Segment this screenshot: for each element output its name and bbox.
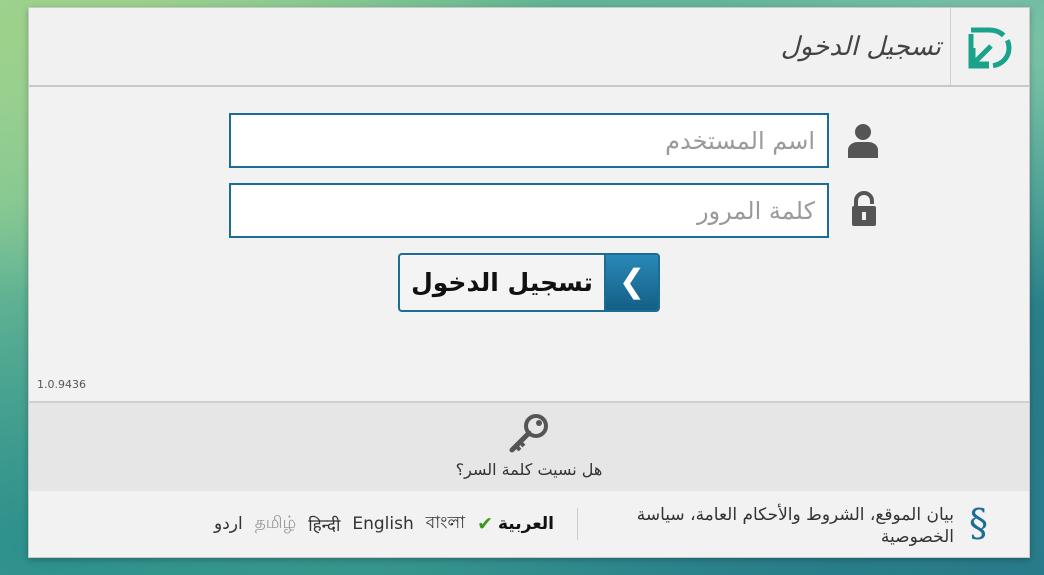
chevron-left-icon: ❮ — [618, 262, 646, 300]
login-arrow: ❮ — [604, 255, 658, 310]
lang-bengali[interactable]: বাংলা — [426, 510, 465, 538]
forgot-password-section: هل نسيت كلمة السر؟ — [29, 401, 1029, 493]
password-input[interactable] — [231, 185, 827, 236]
logo — [950, 8, 1029, 85]
brand-logo-icon — [968, 27, 1012, 69]
login-panel: تسجيل الدخول تسجيل الدخول — [28, 7, 1030, 558]
username-input[interactable] — [231, 115, 827, 166]
lang-tamil[interactable]: தமிழ் — [255, 513, 297, 535]
checkmark-icon: ✔ — [477, 513, 493, 535]
lang-english[interactable]: English — [352, 514, 413, 534]
lang-arabic[interactable]: ✔ العربية — [477, 513, 554, 535]
lang-arabic-label: العربية — [497, 514, 554, 534]
key-icon[interactable] — [507, 413, 551, 453]
login-button[interactable]: تسجيل الدخول ❮ — [398, 253, 660, 312]
language-selector: ✔ العربية বাংলা English हिन्दी தமிழ் ارد… — [169, 511, 554, 537]
lang-urdu[interactable]: اردو — [214, 514, 243, 534]
page-title: تسجيل الدخول — [780, 32, 941, 62]
lock-icon — [852, 190, 876, 226]
footer-divider — [577, 508, 578, 540]
user-icon — [848, 124, 878, 158]
legal-link[interactable]: بيان الموقع، الشروط والأحكام العامة، سيا… — [614, 504, 954, 548]
header: تسجيل الدخول — [29, 8, 1029, 87]
password-field-box — [229, 183, 829, 238]
footer: § بيان الموقع، الشروط والأحكام العامة، س… — [29, 491, 1029, 557]
login-form: تسجيل الدخول ❮ 1.0.9436 — [29, 87, 1029, 400]
version-label: 1.0.9436 — [37, 378, 86, 391]
username-field-box — [229, 113, 829, 168]
login-button-label: تسجيل الدخول — [411, 268, 593, 297]
section-icon: § — [969, 501, 988, 545]
lang-hindi[interactable]: हिन्दी — [308, 513, 340, 536]
forgot-password-link[interactable]: هل نسيت كلمة السر؟ — [29, 460, 1029, 479]
